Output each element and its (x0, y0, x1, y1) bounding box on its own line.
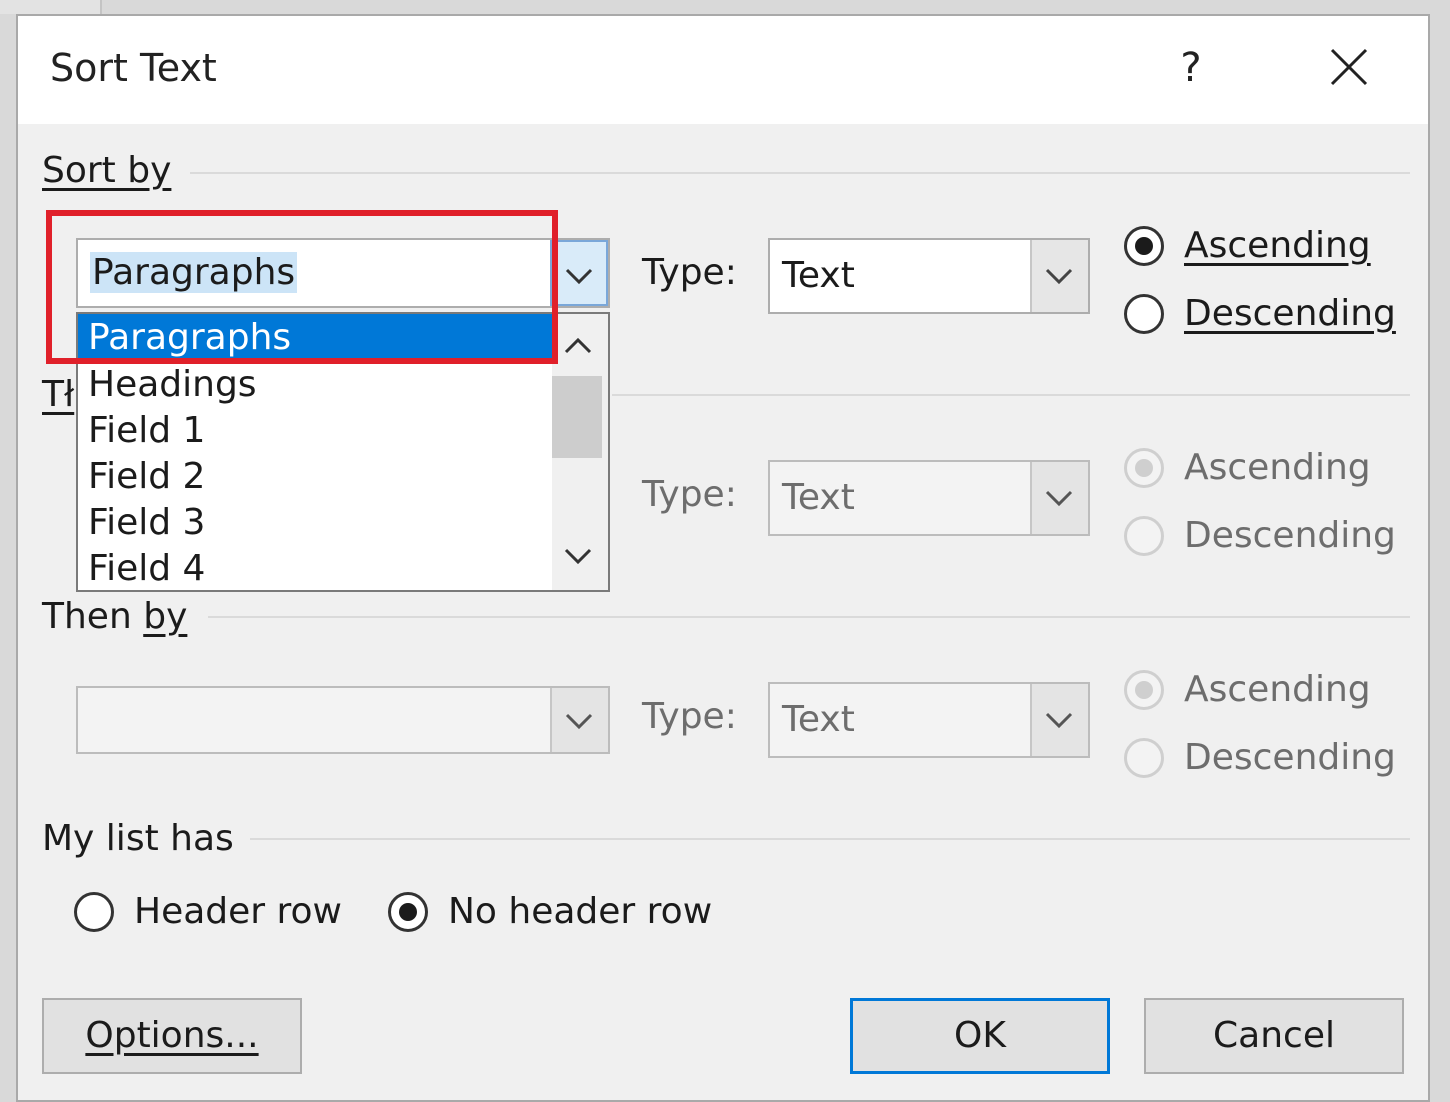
radio-circle[interactable] (74, 892, 114, 932)
radio-circle[interactable] (1124, 516, 1164, 556)
then-by-2-type-dropdown-button[interactable] (1030, 684, 1088, 756)
radio-dot (1135, 459, 1153, 477)
chevron-down-icon[interactable] (558, 542, 598, 572)
list-item[interactable]: Headings (78, 362, 552, 408)
then-by-2-separator (208, 616, 1410, 618)
scrollbar-thumb[interactable] (552, 376, 602, 458)
sort-by-ascending-label: Ascending (1184, 222, 1371, 270)
chevron-down-icon (1045, 268, 1073, 285)
highlight-annotation-box (46, 210, 558, 364)
then-by-2-combo[interactable] (76, 686, 610, 754)
options-button[interactable]: Options... (42, 998, 302, 1074)
then-by-1-label-text: Tł (42, 374, 75, 415)
no-header-row-label: No header row (448, 891, 713, 932)
then-by-1-type-combo[interactable]: Text (768, 460, 1090, 536)
sort-by-label-text: Sort by (42, 150, 172, 191)
title-bar: Sort Text ? (18, 16, 1428, 124)
close-icon (1330, 48, 1368, 86)
then-by-2-label-underlined: by (143, 596, 188, 637)
then-by-2-type-value: Text (782, 699, 855, 740)
sort-by-separator (190, 172, 1410, 174)
then-by-1-type-value: Text (782, 477, 855, 518)
sort-by-type-combo[interactable]: Text (768, 238, 1090, 314)
my-list-has-separator (250, 838, 1410, 840)
radio-dot (1135, 237, 1153, 255)
then-by-1-type-label-text: Type: (642, 474, 737, 515)
list-item[interactable]: Field 2 (78, 454, 552, 500)
chevron-down-icon (1045, 712, 1073, 729)
radio-circle[interactable] (1124, 448, 1164, 488)
sort-by-type-label: Type: (642, 252, 737, 293)
header-row-label: Header row (134, 891, 343, 932)
sort-by-type-value: Text (782, 255, 855, 296)
list-item[interactable]: Field 1 (78, 408, 552, 454)
dialog-title: Sort Text (50, 46, 217, 90)
sort-by-descending-label: Descending (1184, 290, 1396, 338)
then-by-2-type-combo[interactable]: Text (768, 682, 1090, 758)
list-item[interactable]: Field 4 (78, 546, 552, 590)
chevron-up-icon[interactable] (558, 330, 598, 360)
background-window-edge (0, 0, 102, 14)
dropdown-scrollbar[interactable] (552, 314, 608, 590)
radio-dot (1135, 681, 1153, 699)
then-by-1-type-dropdown-button[interactable] (1030, 462, 1088, 534)
then-by-1-type-label: Type: (642, 474, 737, 515)
chevron-down-icon (565, 713, 593, 730)
then-by-2-dropdown-button[interactable] (550, 688, 608, 752)
radio-circle[interactable] (1124, 294, 1164, 334)
sort-by-type-dropdown-button[interactable] (1030, 240, 1088, 312)
options-button-label: Options... (85, 1015, 259, 1056)
sort-by-ascending-text: Ascending (1184, 225, 1371, 266)
then-by-2-ascending-label: Ascending (1184, 669, 1371, 710)
sort-by-descending-text: Descending (1184, 293, 1396, 334)
radio-circle[interactable] (1124, 226, 1164, 266)
sort-by-type-label-text: Type: (642, 252, 737, 293)
sort-text-dialog: Sort Text ? Sort by Paragraphs Type: Tex… (16, 14, 1430, 1102)
chevron-down-icon (565, 268, 593, 285)
radio-circle[interactable] (1124, 738, 1164, 778)
then-by-1-descending-label: Descending (1184, 515, 1396, 556)
sort-by-dropdown-button[interactable] (550, 240, 608, 306)
list-item[interactable]: Field 3 (78, 500, 552, 546)
radio-dot (399, 903, 417, 921)
help-button[interactable]: ? (1168, 38, 1214, 98)
my-list-has-label: My list has (42, 818, 234, 859)
then-by-2-type-label: Type: (642, 696, 737, 737)
then-by-1-ascending-label: Ascending (1184, 447, 1371, 488)
close-button[interactable] (1320, 38, 1380, 98)
radio-circle[interactable] (388, 892, 428, 932)
then-by-1-separator (612, 394, 1410, 396)
then-by-2-descending-label: Descending (1184, 737, 1396, 778)
cancel-button[interactable]: Cancel (1144, 998, 1404, 1074)
sort-by-label: Sort by (42, 150, 171, 191)
then-by-2-type-label-text: Type: (642, 696, 737, 737)
then-by-1-label: Tł (42, 374, 74, 415)
radio-circle[interactable] (1124, 670, 1164, 710)
ok-button[interactable]: OK (850, 998, 1110, 1074)
chevron-down-icon (1045, 490, 1073, 507)
then-by-2-label: Then by (42, 596, 188, 637)
